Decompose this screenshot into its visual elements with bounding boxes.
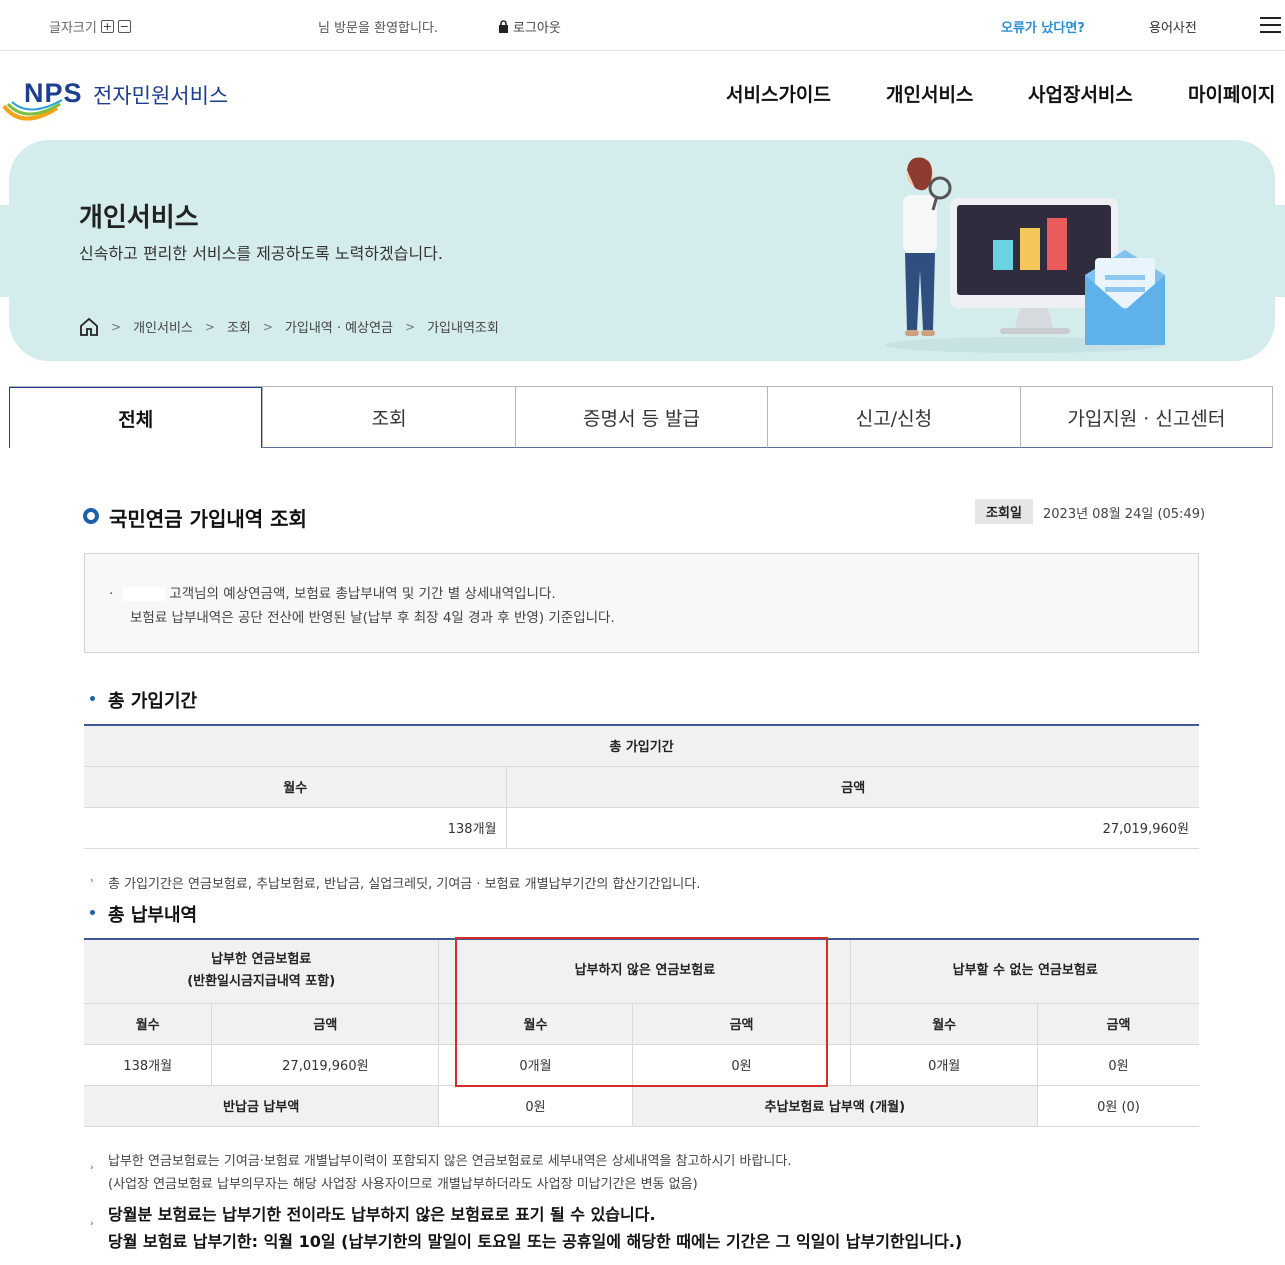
tab-certificate[interactable]: 증명서 등 발급 bbox=[514, 387, 768, 448]
logo-text: 전자민원서비스 bbox=[93, 84, 229, 108]
welcome-text: 님 방문을 환영합니다. bbox=[318, 21, 439, 36]
logo-mark: NPS bbox=[24, 78, 83, 108]
chevron-right-icon: > bbox=[111, 319, 122, 334]
logout-label: 로그아웃 bbox=[513, 21, 561, 36]
breadcrumb-item[interactable]: 조회 bbox=[227, 317, 251, 336]
nav-business-service[interactable]: 사업장서비스 bbox=[1028, 80, 1133, 107]
paid-premium-note: 납부한 연금보험료는 기여금·보험료 개별납부이력이 포함되지 않은 연금보험료… bbox=[108, 1154, 792, 1169]
column-header-amount: 금액 bbox=[1036, 1003, 1199, 1045]
note-bullet: › bbox=[90, 1219, 94, 1229]
unpayable-amount-cell: 0원 bbox=[1036, 1044, 1199, 1086]
column-header-months: 월수 bbox=[84, 1003, 212, 1045]
tab-all[interactable]: 전체 bbox=[9, 387, 263, 448]
banner-illustration bbox=[885, 157, 1165, 353]
group-header-paid-line2: (반환일시금지급내역 포함) bbox=[187, 974, 336, 990]
heading-ring-icon bbox=[83, 508, 99, 524]
nav-my-page[interactable]: 마이페이지 bbox=[1188, 80, 1275, 107]
info-box: · 고객님의 예상연금액, 보험료 총납부내역 및 기간 별 상세내역입니다. 보… bbox=[84, 553, 1199, 653]
page-title: 국민연금 가입내역 조회 bbox=[109, 507, 307, 531]
breadcrumb-item-current: 가입내역조회 bbox=[427, 321, 499, 336]
font-increase-button[interactable]: + bbox=[100, 20, 114, 33]
column-header-months: 월수 bbox=[84, 766, 507, 808]
lock-icon bbox=[499, 20, 508, 33]
refund-value: 0원 bbox=[438, 1085, 633, 1127]
group-header-paid: 납부한 연금보험료 (반환일시금지급내역 포함) bbox=[84, 939, 439, 1004]
chevron-right-icon: > bbox=[204, 319, 215, 334]
font-decrease-button[interactable]: − bbox=[117, 20, 131, 33]
note-bullet: › bbox=[90, 1163, 94, 1173]
column-header-amount: 금액 bbox=[211, 1003, 439, 1045]
inquiry-date-label: 조회일 bbox=[975, 499, 1033, 524]
tab-support-center[interactable]: 가입지원 · 신고센터 bbox=[1019, 387, 1273, 448]
nps-logo[interactable]: NPS 전자민원서비스 bbox=[2, 78, 242, 122]
home-icon[interactable] bbox=[79, 317, 99, 336]
tab-inquiry[interactable]: 조회 bbox=[262, 387, 515, 448]
chevron-right-icon: > bbox=[262, 319, 273, 334]
font-size-control: 글자크기 + − bbox=[49, 17, 131, 36]
extra-payment-value: 0원 (0) bbox=[1036, 1085, 1199, 1127]
nav-personal-service[interactable]: 개인서비스 bbox=[886, 80, 973, 107]
inquiry-date-value: 2023년 08월 24일 (05:49) bbox=[1043, 507, 1206, 522]
current-month-note: 당월분 보험료는 납부기한 전이라도 납부하지 않은 보험료로 표기 될 수 있… bbox=[108, 1205, 656, 1224]
payment-deadline-note: 당월 보험료 납부기한: 익월 10일 (납부기한의 말일이 토요일 또는 공휴… bbox=[108, 1232, 963, 1251]
group-header-unpayable: 납부할 수 없는 연금보험료 bbox=[850, 939, 1199, 1004]
banner-title: 개인서비스 bbox=[79, 203, 199, 233]
info-line-2: 보험료 납부내역은 공단 전산에 반영된 날(납부 후 최장 4일 경과 후 반… bbox=[130, 610, 615, 626]
font-size-label: 글자크기 bbox=[49, 21, 97, 36]
section-heading-total-payment: 총 납부내역 bbox=[89, 901, 197, 927]
total-months-cell: 138개월 bbox=[84, 807, 507, 849]
nav-service-guide[interactable]: 서비스가이드 bbox=[726, 80, 831, 107]
redacted-name bbox=[123, 587, 166, 601]
banner-subtitle: 신속하고 편리한 서비스를 제공하도록 노력하겠습니다. bbox=[79, 244, 443, 263]
category-tabs: 전체 조회 증명서 등 발급 신고/신청 가입지원 · 신고센터 bbox=[9, 386, 1273, 448]
utility-bar: 글자크기 + − 님 방문을 환영합니다. 로그아웃 오류가 났다면? 용어사전 bbox=[0, 0, 1285, 51]
paid-months-cell: 138개월 bbox=[84, 1044, 212, 1086]
chevron-right-icon: > bbox=[405, 319, 416, 334]
breadcrumb-item[interactable]: 가입내역 · 예상연금 bbox=[285, 317, 393, 336]
highlight-box-unpaid bbox=[455, 937, 828, 1087]
dictionary-link[interactable]: 용어사전 bbox=[1149, 17, 1197, 36]
breadcrumb: > 개인서비스 > 조회 > 가입내역 · 예상연금 > 가입내역조회 bbox=[79, 317, 499, 336]
total-period-note: 총 가입기간은 연금보험료, 추납보험료, 반납금, 실업크레딧, 기여금 · … bbox=[108, 877, 701, 892]
hamburger-menu-icon[interactable] bbox=[1260, 17, 1281, 33]
info-line-1: · 고객님의 예상연금액, 보험료 총납부내역 및 기간 별 상세내역입니다. bbox=[109, 586, 556, 602]
error-report-link[interactable]: 오류가 났다면? bbox=[1001, 17, 1085, 36]
note-bullet: › bbox=[90, 876, 94, 886]
paid-amount-cell: 27,019,960원 bbox=[211, 1044, 439, 1086]
refund-label: 반납금 납부액 bbox=[84, 1085, 439, 1127]
paid-premium-note-sub: (사업장 연금보험료 납부의무자는 해당 사업장 사용자이므로 개별납부하더라도… bbox=[108, 1177, 698, 1192]
section-heading-total-period: 총 가입기간 bbox=[89, 687, 197, 713]
tab-report[interactable]: 신고/신청 bbox=[767, 387, 1020, 448]
column-header-amount: 금액 bbox=[506, 766, 1199, 808]
table-title: 총 가입기간 bbox=[84, 725, 1199, 767]
extra-payment-label: 추납보험료 납부액 (개월) bbox=[631, 1085, 1038, 1127]
unpayable-months-cell: 0개월 bbox=[850, 1044, 1038, 1086]
total-period-table: 총 가입기간 월수 금액 138개월 27,019,960원 bbox=[84, 724, 1199, 849]
site-header: NPS 전자민원서비스 서비스가이드 개인서비스 사업장서비스 마이페이지 bbox=[0, 52, 1285, 140]
logout-link[interactable]: 로그아웃 bbox=[498, 17, 561, 36]
group-header-paid-line1: 납부한 연금보험료 bbox=[211, 952, 312, 968]
breadcrumb-item[interactable]: 개인서비스 bbox=[133, 317, 193, 336]
column-header-months: 월수 bbox=[850, 1003, 1038, 1045]
total-amount-cell: 27,019,960원 bbox=[506, 807, 1199, 849]
info-line-1-text: 고객님의 예상연금액, 보험료 총납부내역 및 기간 별 상세내역입니다. bbox=[169, 586, 556, 602]
